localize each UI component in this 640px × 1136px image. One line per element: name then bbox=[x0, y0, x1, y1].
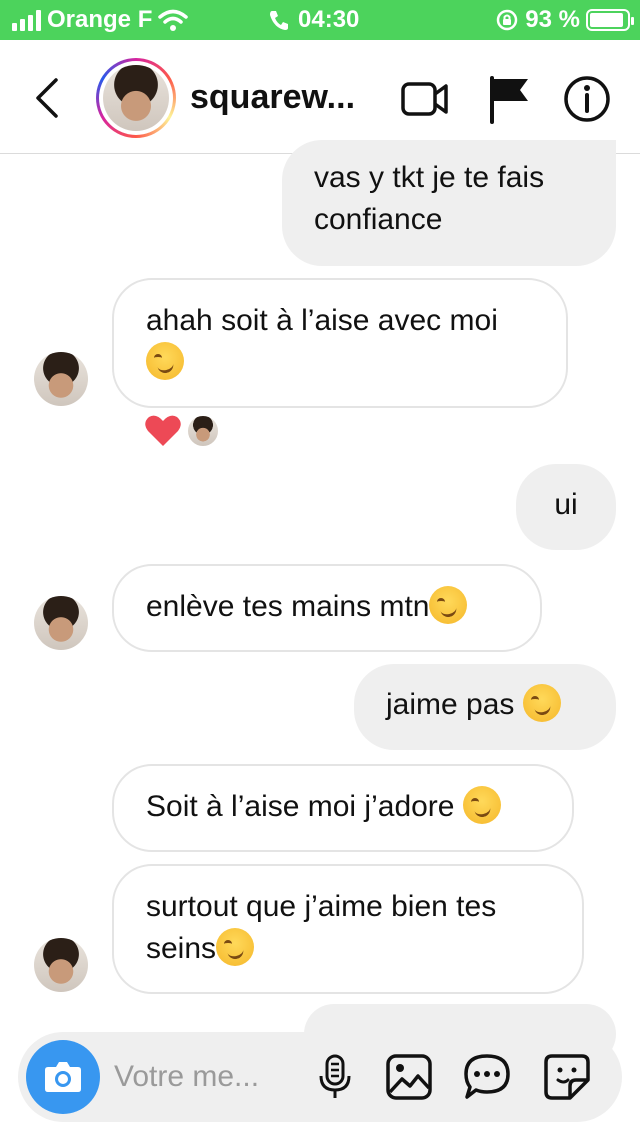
camera-button[interactable] bbox=[26, 1040, 100, 1114]
smirk-emoji bbox=[216, 928, 255, 966]
avatar-image bbox=[103, 65, 169, 131]
smirk-emoji bbox=[146, 342, 184, 380]
reactor-avatar bbox=[186, 414, 220, 448]
wifi-icon bbox=[158, 9, 189, 31]
flag-icon[interactable] bbox=[484, 74, 534, 124]
status-center: 04:30 bbox=[268, 6, 359, 34]
message-text: ahah soit à l’aise avec moi bbox=[146, 304, 498, 337]
rotation-lock-icon bbox=[497, 9, 518, 31]
battery-percent: 93 % bbox=[525, 6, 580, 33]
outgoing-message[interactable]: jaime pas bbox=[354, 664, 616, 750]
camera-icon bbox=[45, 1062, 81, 1092]
message-text: Soit à l’aise moi j’adore bbox=[146, 790, 455, 823]
outgoing-message[interactable]: vas y tkt je te fais confiance bbox=[282, 140, 616, 266]
signal-icon bbox=[12, 9, 41, 31]
message-text: vas y tkt je te fais confiance bbox=[314, 161, 545, 236]
profile-avatar[interactable] bbox=[96, 58, 176, 138]
message-input[interactable] bbox=[114, 1054, 294, 1100]
incoming-message[interactable]: Soit à l’aise moi j’adore bbox=[112, 764, 574, 852]
message-composer bbox=[18, 1032, 622, 1122]
outgoing-message[interactable]: ui bbox=[516, 464, 616, 550]
sticker-icon[interactable] bbox=[542, 1052, 592, 1102]
sender-avatar[interactable] bbox=[34, 938, 88, 992]
sender-avatar[interactable] bbox=[34, 352, 88, 406]
video-camera-icon[interactable] bbox=[400, 74, 450, 124]
heart-icon bbox=[145, 415, 181, 446]
chat-bubble-icon[interactable] bbox=[462, 1052, 512, 1102]
clock: 04:30 bbox=[298, 6, 360, 33]
incoming-message[interactable]: enlève tes mains mtn bbox=[112, 564, 542, 652]
username[interactable]: squarew... bbox=[190, 78, 355, 117]
message-text: surtout que j’aime bien tes seins bbox=[146, 890, 497, 965]
smirk-emoji bbox=[429, 586, 468, 624]
incoming-message[interactable]: ahah soit à l’aise avec moi bbox=[112, 278, 568, 408]
conversation-header: squarew... bbox=[0, 40, 640, 154]
status-right: 93 % bbox=[495, 6, 634, 34]
status-bar: Orange F 04:30 93 % bbox=[0, 0, 640, 40]
sender-avatar[interactable] bbox=[34, 596, 88, 650]
smirk-emoji bbox=[462, 786, 501, 824]
info-icon[interactable] bbox=[562, 74, 612, 124]
status-left: Orange F bbox=[12, 6, 189, 34]
phone-call-icon bbox=[270, 11, 288, 30]
message-reaction[interactable] bbox=[144, 414, 220, 448]
message-text: ui bbox=[554, 488, 578, 521]
microphone-icon[interactable] bbox=[310, 1052, 360, 1102]
battery-level bbox=[590, 13, 624, 27]
carrier-label: Orange F bbox=[47, 6, 153, 33]
incoming-message[interactable]: surtout que j’aime bien tes seins bbox=[112, 864, 584, 994]
smirk-emoji bbox=[522, 684, 561, 722]
battery-icon bbox=[586, 9, 634, 31]
dm-screen: Orange F 04:30 93 % squarew... vas y tkt… bbox=[0, 0, 640, 1136]
back-icon[interactable] bbox=[30, 76, 66, 120]
message-text: enlève tes mains mtn bbox=[146, 590, 430, 623]
message-text: jaime pas bbox=[386, 688, 515, 721]
gallery-icon[interactable] bbox=[384, 1052, 434, 1102]
